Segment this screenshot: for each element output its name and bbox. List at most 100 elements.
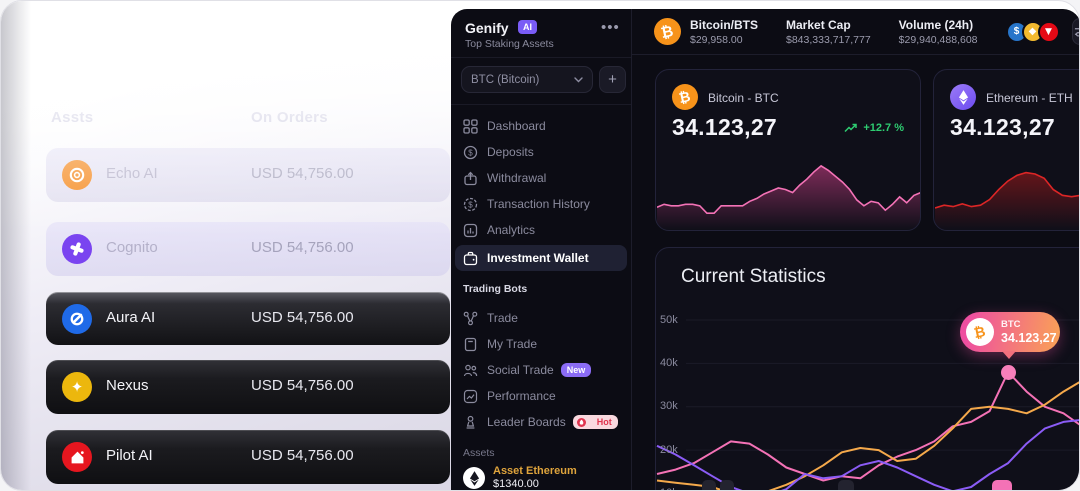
asset-name: Pilot AI bbox=[106, 447, 153, 464]
social-trade-icon bbox=[463, 363, 478, 378]
sidebar-item-dashboard[interactable]: Dashboard bbox=[455, 113, 627, 139]
svg-text:$: $ bbox=[468, 148, 473, 157]
divider bbox=[451, 104, 631, 105]
ai-badge: AI bbox=[518, 20, 537, 34]
market-stats-topbar: ₿ Bitcoin/BTS $29,958.00 Market Cap $843… bbox=[632, 9, 1080, 55]
topbar-stat-volume: Volume (24h) $29,940,488,608 bbox=[899, 18, 978, 46]
sidebar-item-transaction-history[interactable]: $ Transaction History bbox=[455, 191, 627, 217]
sidebar-item-label: Dashboard bbox=[487, 119, 546, 133]
sidebar-item-analytics[interactable]: Analytics bbox=[455, 217, 627, 243]
stat-value: $29,958.00 bbox=[690, 34, 758, 46]
sidebar-item-leader-boards[interactable]: Leader Boards Hot bbox=[455, 409, 627, 435]
statistics-line-chart bbox=[656, 248, 1080, 491]
sidebar-item-label: Investment Wallet bbox=[487, 251, 589, 265]
stat-label: Market Cap bbox=[786, 18, 871, 32]
section-label-assets: Assets bbox=[463, 447, 495, 459]
asset-on-orders-value: USD 54,756.00 bbox=[251, 165, 354, 182]
divider bbox=[451, 57, 631, 58]
hot-badge: Hot bbox=[573, 415, 618, 429]
coin-stack: $ ◆ ▼ bbox=[1006, 21, 1060, 43]
btc-price: 34.123,27 bbox=[672, 114, 777, 141]
sidebar-asset-ethereum[interactable]: Asset Ethereum $1340.00 bbox=[451, 465, 631, 491]
sidebar-item-label: Leader Boards bbox=[487, 415, 566, 429]
coin-selector-dropdown[interactable]: BTC (Bitcoin) bbox=[461, 66, 593, 93]
sidebar-item-label: Withdrawal bbox=[487, 171, 546, 185]
tron-icon[interactable]: ▼ bbox=[1038, 21, 1060, 43]
wallet-icon bbox=[463, 251, 478, 266]
current-statistics-card: Current Statistics 50k 40k 30k 20k 10k ₿… bbox=[655, 247, 1080, 491]
bitcoin-price-card[interactable]: ₿ Bitcoin - BTC 34.123,27 +12.7 % bbox=[655, 69, 921, 231]
pilot-ai-logo-icon bbox=[62, 442, 92, 472]
y-axis-label: 10k bbox=[660, 487, 684, 491]
bitcoin-icon: ₿ bbox=[966, 318, 994, 346]
sidebar-item-investment-wallet[interactable]: Investment Wallet bbox=[455, 245, 627, 271]
chevron-down-icon bbox=[574, 77, 583, 83]
flame-icon bbox=[577, 418, 586, 427]
topbar-stat-bitcoin: ₿ Bitcoin/BTS $29,958.00 bbox=[654, 18, 758, 46]
deposits-icon: $ bbox=[463, 145, 478, 160]
sidebar-item-label: Performance bbox=[487, 389, 556, 403]
sidebar-item-trade[interactable]: Trade bbox=[455, 305, 627, 331]
genify-app-panel: Genify AI Top Staking Assets ••• BTC (Bi… bbox=[451, 9, 1080, 491]
transaction-history-icon: $ bbox=[463, 197, 478, 212]
table-row[interactable]: Pilot AI USD 54,756.00 bbox=[46, 430, 450, 484]
ethereum-icon bbox=[950, 84, 976, 110]
table-row[interactable]: Aura AI USD 54,756.00 bbox=[46, 292, 450, 345]
topbar-stat-market-cap: Market Cap $843,333,717,777 bbox=[786, 18, 871, 46]
asset-name: Nexus bbox=[106, 377, 149, 394]
stat-label: Volume (24h) bbox=[899, 18, 978, 32]
sidebar-item-label: Deposits bbox=[487, 145, 534, 159]
assets-table-panel: Assts On Orders Echo AI USD 54,756.00 Co… bbox=[1, 1, 461, 491]
coin-selector-value: BTC (Bitcoin) bbox=[471, 74, 574, 86]
sidebar-item-label: My Trade bbox=[487, 337, 537, 351]
sidebar-item-my-trade[interactable]: My Trade bbox=[455, 331, 627, 357]
filter-settings-button[interactable] bbox=[1072, 18, 1080, 45]
x-axis-chip bbox=[702, 480, 716, 491]
column-header-on-orders: On Orders bbox=[251, 109, 328, 126]
eth-sparkline-chart bbox=[935, 152, 1080, 230]
x-axis-chip-active bbox=[992, 480, 1012, 491]
y-axis-label: 30k bbox=[660, 400, 684, 412]
btc-sparkline-chart bbox=[657, 152, 921, 230]
section-label-trading-bots: Trading Bots bbox=[463, 283, 527, 295]
bitcoin-icon: ₿ bbox=[672, 84, 698, 110]
y-axis-label: 40k bbox=[660, 357, 684, 369]
sidebar-item-social-trade[interactable]: Social Trade New bbox=[455, 357, 627, 383]
sidebar: Genify AI Top Staking Assets ••• BTC (Bi… bbox=[451, 9, 631, 491]
x-axis-chip bbox=[720, 480, 734, 491]
analytics-icon bbox=[463, 223, 478, 238]
aura-ai-logo-icon bbox=[62, 304, 92, 334]
asset-on-orders-value: USD 54,756.00 bbox=[251, 447, 354, 464]
card-title: Bitcoin - BTC bbox=[708, 91, 779, 105]
eth-price: 34.123,27 bbox=[950, 114, 1055, 141]
ethereum-price-card[interactable]: Ethereum - ETH 34.123,27 bbox=[933, 69, 1080, 231]
sidebar-item-deposits[interactable]: $ Deposits bbox=[455, 139, 627, 165]
asset-on-orders-value: USD 54,756.00 bbox=[251, 377, 354, 394]
asset-on-orders-value: USD 54,756.00 bbox=[251, 239, 354, 256]
my-trade-icon bbox=[463, 337, 478, 352]
sliders-icon bbox=[1073, 25, 1080, 38]
app-window: Assts On Orders Echo AI USD 54,756.00 Co… bbox=[0, 0, 1080, 491]
card-title: Ethereum - ETH bbox=[986, 91, 1073, 105]
ethereum-icon bbox=[463, 467, 485, 489]
table-row[interactable]: ✦ Nexus USD 54,756.00 bbox=[46, 360, 450, 414]
sidebar-item-label: Transaction History bbox=[487, 197, 590, 211]
sidebar-item-label: Analytics bbox=[487, 223, 535, 237]
sidebar-menu-ellipsis-icon[interactable]: ••• bbox=[601, 19, 620, 36]
page-edge-shadow bbox=[1, 1, 31, 491]
withdrawal-icon bbox=[463, 171, 478, 186]
tooltip-pointer bbox=[1002, 351, 1016, 359]
table-row[interactable]: Cognito USD 54,756.00 bbox=[46, 222, 450, 276]
asset-name: Cognito bbox=[106, 239, 158, 256]
column-header-assets: Assts bbox=[51, 109, 93, 126]
btc-change: +12.7 % bbox=[844, 122, 904, 134]
sidebar-item-performance[interactable]: Performance bbox=[455, 383, 627, 409]
table-row[interactable]: Echo AI USD 54,756.00 bbox=[46, 148, 450, 202]
nexus-logo-icon: ✦ bbox=[62, 372, 92, 402]
leader-boards-icon bbox=[463, 415, 478, 430]
trend-up-icon bbox=[844, 123, 858, 133]
sidebar-item-label: Trade bbox=[487, 311, 518, 325]
add-coin-button[interactable]: + bbox=[599, 66, 626, 93]
sidebar-item-withdrawal[interactable]: Withdrawal bbox=[455, 165, 627, 191]
highlighted-data-point[interactable] bbox=[1001, 365, 1016, 380]
